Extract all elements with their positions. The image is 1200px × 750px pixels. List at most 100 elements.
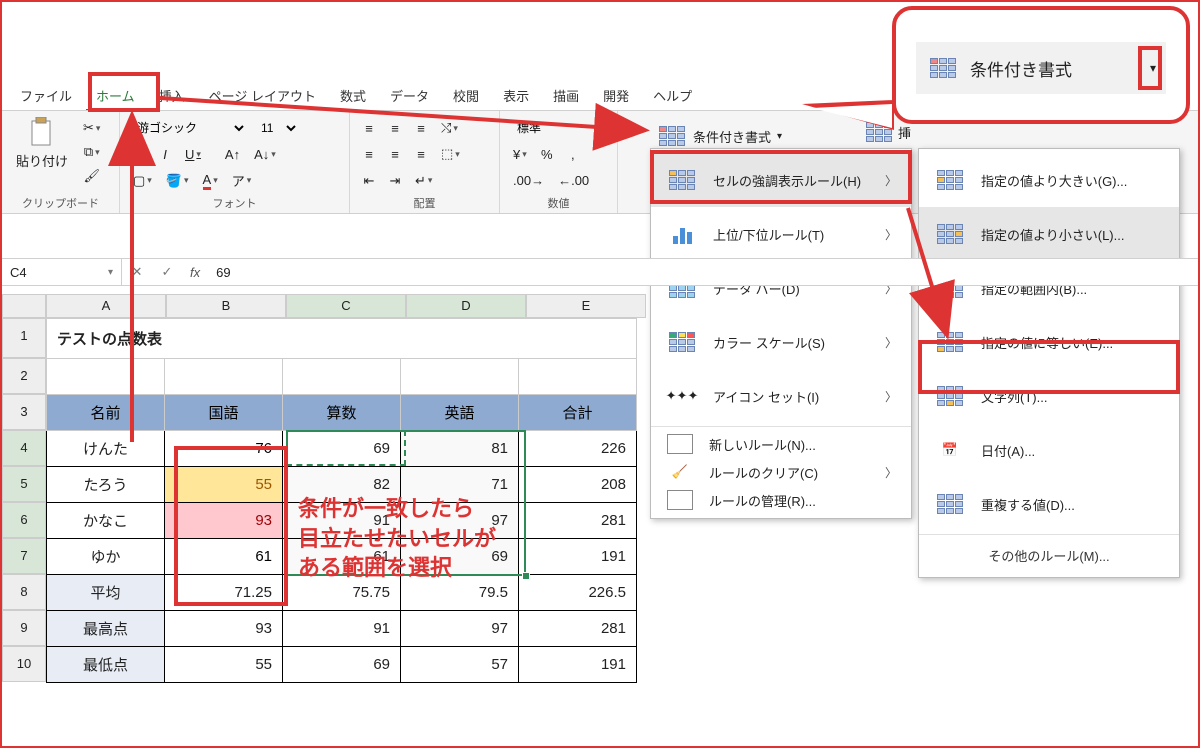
header-total[interactable]: 合計 — [519, 395, 637, 431]
menu-clear-rules[interactable]: 🧹 ルールのクリア(C)〉 — [651, 458, 911, 486]
align-top-button[interactable]: ≡ — [358, 117, 380, 139]
increase-font-button[interactable]: A↑ — [220, 143, 245, 165]
increase-decimal-button[interactable]: .00→ — [508, 170, 549, 192]
col-header-b[interactable]: B — [166, 294, 286, 318]
italic-button[interactable]: I — [154, 143, 176, 165]
date-icon: 📅 — [933, 435, 967, 465]
menu-top-bottom-rules[interactable]: 上位/下位ルール(T)〉 — [651, 207, 911, 261]
col-header-e[interactable]: E — [526, 294, 646, 318]
menu-manage-rules[interactable]: ルールの管理(R)... — [651, 486, 911, 514]
accounting-format-button[interactable]: ¥ — [508, 143, 532, 165]
font-size-select[interactable]: 11 — [252, 117, 300, 139]
enter-formula-button[interactable]: ✓ — [152, 264, 182, 280]
bucket-icon: 🪣 — [166, 173, 182, 189]
cancel-formula-button[interactable]: ✕ — [122, 264, 152, 280]
duplicate-icon — [933, 489, 967, 519]
decrease-decimal-button[interactable]: ←.00 — [553, 170, 594, 192]
alignment-group-label: 配置 — [358, 194, 491, 211]
submenu-date-occurring[interactable]: 📅 日付(A)... — [919, 423, 1179, 477]
format-painter-button[interactable]: 🖌 — [78, 165, 105, 187]
header-jp[interactable]: 国語 — [165, 395, 283, 431]
menu-icon-sets[interactable]: ✦✦✦ アイコン セット(I)〉 — [651, 369, 911, 423]
tab-review[interactable]: 校閲 — [443, 82, 489, 111]
tab-insert[interactable]: 挿入 — [149, 82, 195, 111]
cut-button[interactable]: ✂ — [78, 117, 105, 139]
submenu-duplicate-values[interactable]: 重複する値(D)... — [919, 477, 1179, 531]
menu-highlight-rules[interactable]: セルの強調表示ルール(H)〉 — [651, 153, 911, 207]
col-header-d[interactable]: D — [406, 294, 526, 318]
chevron-right-icon: 〉 — [885, 388, 897, 405]
row-header-5[interactable]: 5 — [2, 466, 46, 502]
row-header-7[interactable]: 7 — [2, 538, 46, 574]
tab-view[interactable]: 表示 — [493, 82, 539, 111]
formula-input[interactable]: 69 — [208, 265, 238, 280]
tab-draw[interactable]: 描画 — [543, 82, 589, 111]
tab-data[interactable]: データ — [380, 82, 439, 111]
font-name-select[interactable]: 游ゴシック — [128, 117, 248, 139]
merge-button[interactable]: ⬚ — [436, 143, 465, 165]
selection-handle[interactable] — [522, 572, 530, 580]
col-header-c[interactable]: C — [286, 294, 406, 318]
less-than-icon — [933, 219, 967, 249]
row-header-2[interactable]: 2 — [2, 358, 46, 394]
font-color-button[interactable]: A — [198, 170, 223, 192]
fx-icon[interactable]: fx — [182, 265, 208, 280]
submenu-less-than[interactable]: 指定の値より小さい(L)... — [919, 207, 1179, 261]
orientation-button[interactable]: ⤭ — [436, 117, 463, 139]
name-box[interactable]: C4 — [2, 259, 122, 285]
color-scales-icon — [665, 327, 699, 357]
tab-file[interactable]: ファイル — [10, 82, 82, 111]
header-name[interactable]: 名前 — [47, 395, 165, 431]
callout-dropdown-highlight — [1138, 46, 1162, 90]
header-math[interactable]: 算数 — [283, 395, 401, 431]
percent-button[interactable]: % — [536, 143, 558, 165]
fill-color-button[interactable]: 🪣 — [161, 170, 194, 192]
tab-home[interactable]: ホーム — [86, 82, 145, 111]
align-bottom-button[interactable]: ≡ — [410, 117, 432, 139]
conditional-formatting-label: 条件付き書式 — [693, 127, 771, 146]
phonetic-button[interactable]: ア — [227, 170, 257, 192]
row-header-9[interactable]: 9 — [2, 610, 46, 646]
comma-button[interactable]: , — [562, 143, 584, 165]
row-header-8[interactable]: 8 — [2, 574, 46, 610]
row-header-1[interactable]: 1 — [2, 318, 46, 358]
underline-button[interactable]: U — [180, 143, 206, 165]
align-right-button[interactable]: ≡ — [410, 143, 432, 165]
align-center-button[interactable]: ≡ — [384, 143, 406, 165]
row-header-10[interactable]: 10 — [2, 646, 46, 682]
callout-label: 条件付き書式 — [970, 56, 1072, 81]
row-header-6[interactable]: 6 — [2, 502, 46, 538]
chevron-right-icon: 〉 — [885, 226, 897, 243]
col-header-a[interactable]: A — [46, 294, 166, 318]
menu-color-scales[interactable]: カラー スケール(S)〉 — [651, 315, 911, 369]
paste-button[interactable]: 貼り付け — [10, 115, 74, 187]
tab-help[interactable]: ヘルプ — [643, 82, 702, 111]
select-all-corner[interactable] — [2, 294, 46, 318]
row-header-4[interactable]: 4 — [2, 430, 46, 466]
indent-increase-button[interactable]: ⇥ — [384, 170, 406, 192]
align-left-button[interactable]: ≡ — [358, 143, 380, 165]
border-button[interactable]: ▢ — [128, 170, 157, 192]
submenu-text-contains[interactable]: 文字列(T)... — [919, 369, 1179, 423]
submenu-greater-than[interactable]: 指定の値より大きい(G)... — [919, 153, 1179, 207]
chevron-down-icon: ▾ — [777, 131, 782, 142]
header-en[interactable]: 英語 — [401, 395, 519, 431]
tab-formulas[interactable]: 数式 — [330, 82, 376, 111]
wrap-text-button[interactable]: ↵ — [410, 170, 437, 192]
decrease-font-button[interactable]: A↓ — [249, 143, 281, 165]
tab-developer[interactable]: 開発 — [593, 82, 639, 111]
number-group-label: 数値 — [508, 194, 609, 211]
align-middle-button[interactable]: ≡ — [384, 117, 406, 139]
menu-new-rule[interactable]: 新しいルール(N)... — [651, 430, 911, 458]
copy-button[interactable]: ⧉ — [78, 141, 105, 163]
indent-decrease-button[interactable]: ⇤ — [358, 170, 380, 192]
chevron-right-icon: 〉 — [885, 334, 897, 351]
submenu-more-rules[interactable]: その他のルール(M)... — [919, 538, 1179, 573]
submenu-equal-to[interactable]: 指定の値に等しい(E)... — [919, 315, 1179, 369]
tab-page-layout[interactable]: ページ レイアウト — [199, 82, 326, 111]
number-format-select[interactable]: 標準 — [508, 117, 608, 139]
row-header-3[interactable]: 3 — [2, 394, 46, 430]
bold-button[interactable]: B — [128, 143, 150, 165]
greater-than-icon — [933, 165, 967, 195]
cell-title[interactable]: テストの点数表 — [47, 319, 637, 359]
